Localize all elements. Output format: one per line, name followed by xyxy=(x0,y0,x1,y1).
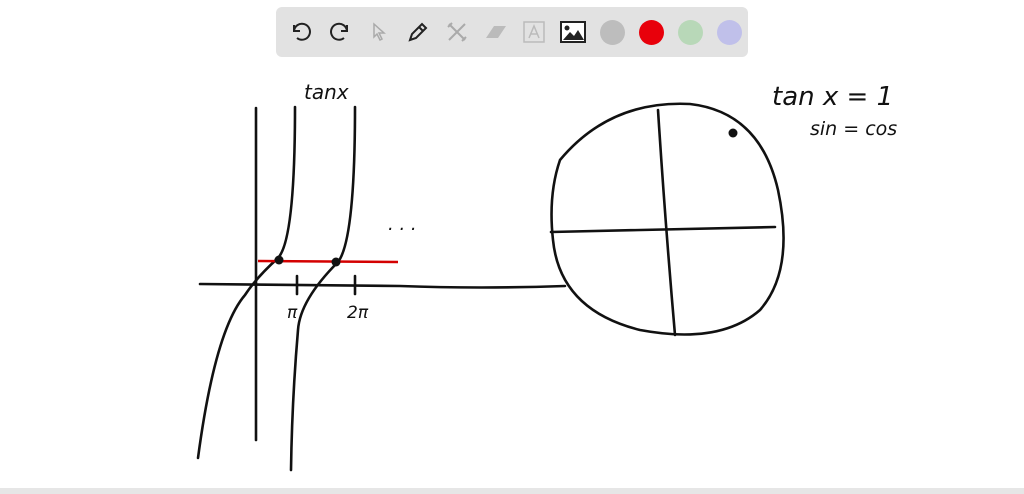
ellipsis: . . . xyxy=(388,214,417,235)
tan-branch-1 xyxy=(196,105,297,460)
tan-branch-2 xyxy=(289,105,357,472)
unit-circle xyxy=(550,102,785,336)
tick-label-pi: π xyxy=(287,303,298,323)
intersection-point xyxy=(274,255,284,265)
graph-label: tanx xyxy=(304,80,349,104)
intersection-point xyxy=(331,257,341,267)
circle-point xyxy=(728,128,738,138)
circle-horizontal-axis xyxy=(549,225,777,234)
equation: tan x = 1 xyxy=(772,82,893,112)
equation-2: sin = cos xyxy=(810,118,897,140)
bottom-scrollbar[interactable] xyxy=(0,488,1024,494)
drawing-canvas[interactable]: tanx π 2π . . . tan x = 1 sin = cos xyxy=(0,0,1024,494)
circle-vertical-axis xyxy=(656,108,677,337)
tick-label-2pi: 2π xyxy=(347,303,369,323)
